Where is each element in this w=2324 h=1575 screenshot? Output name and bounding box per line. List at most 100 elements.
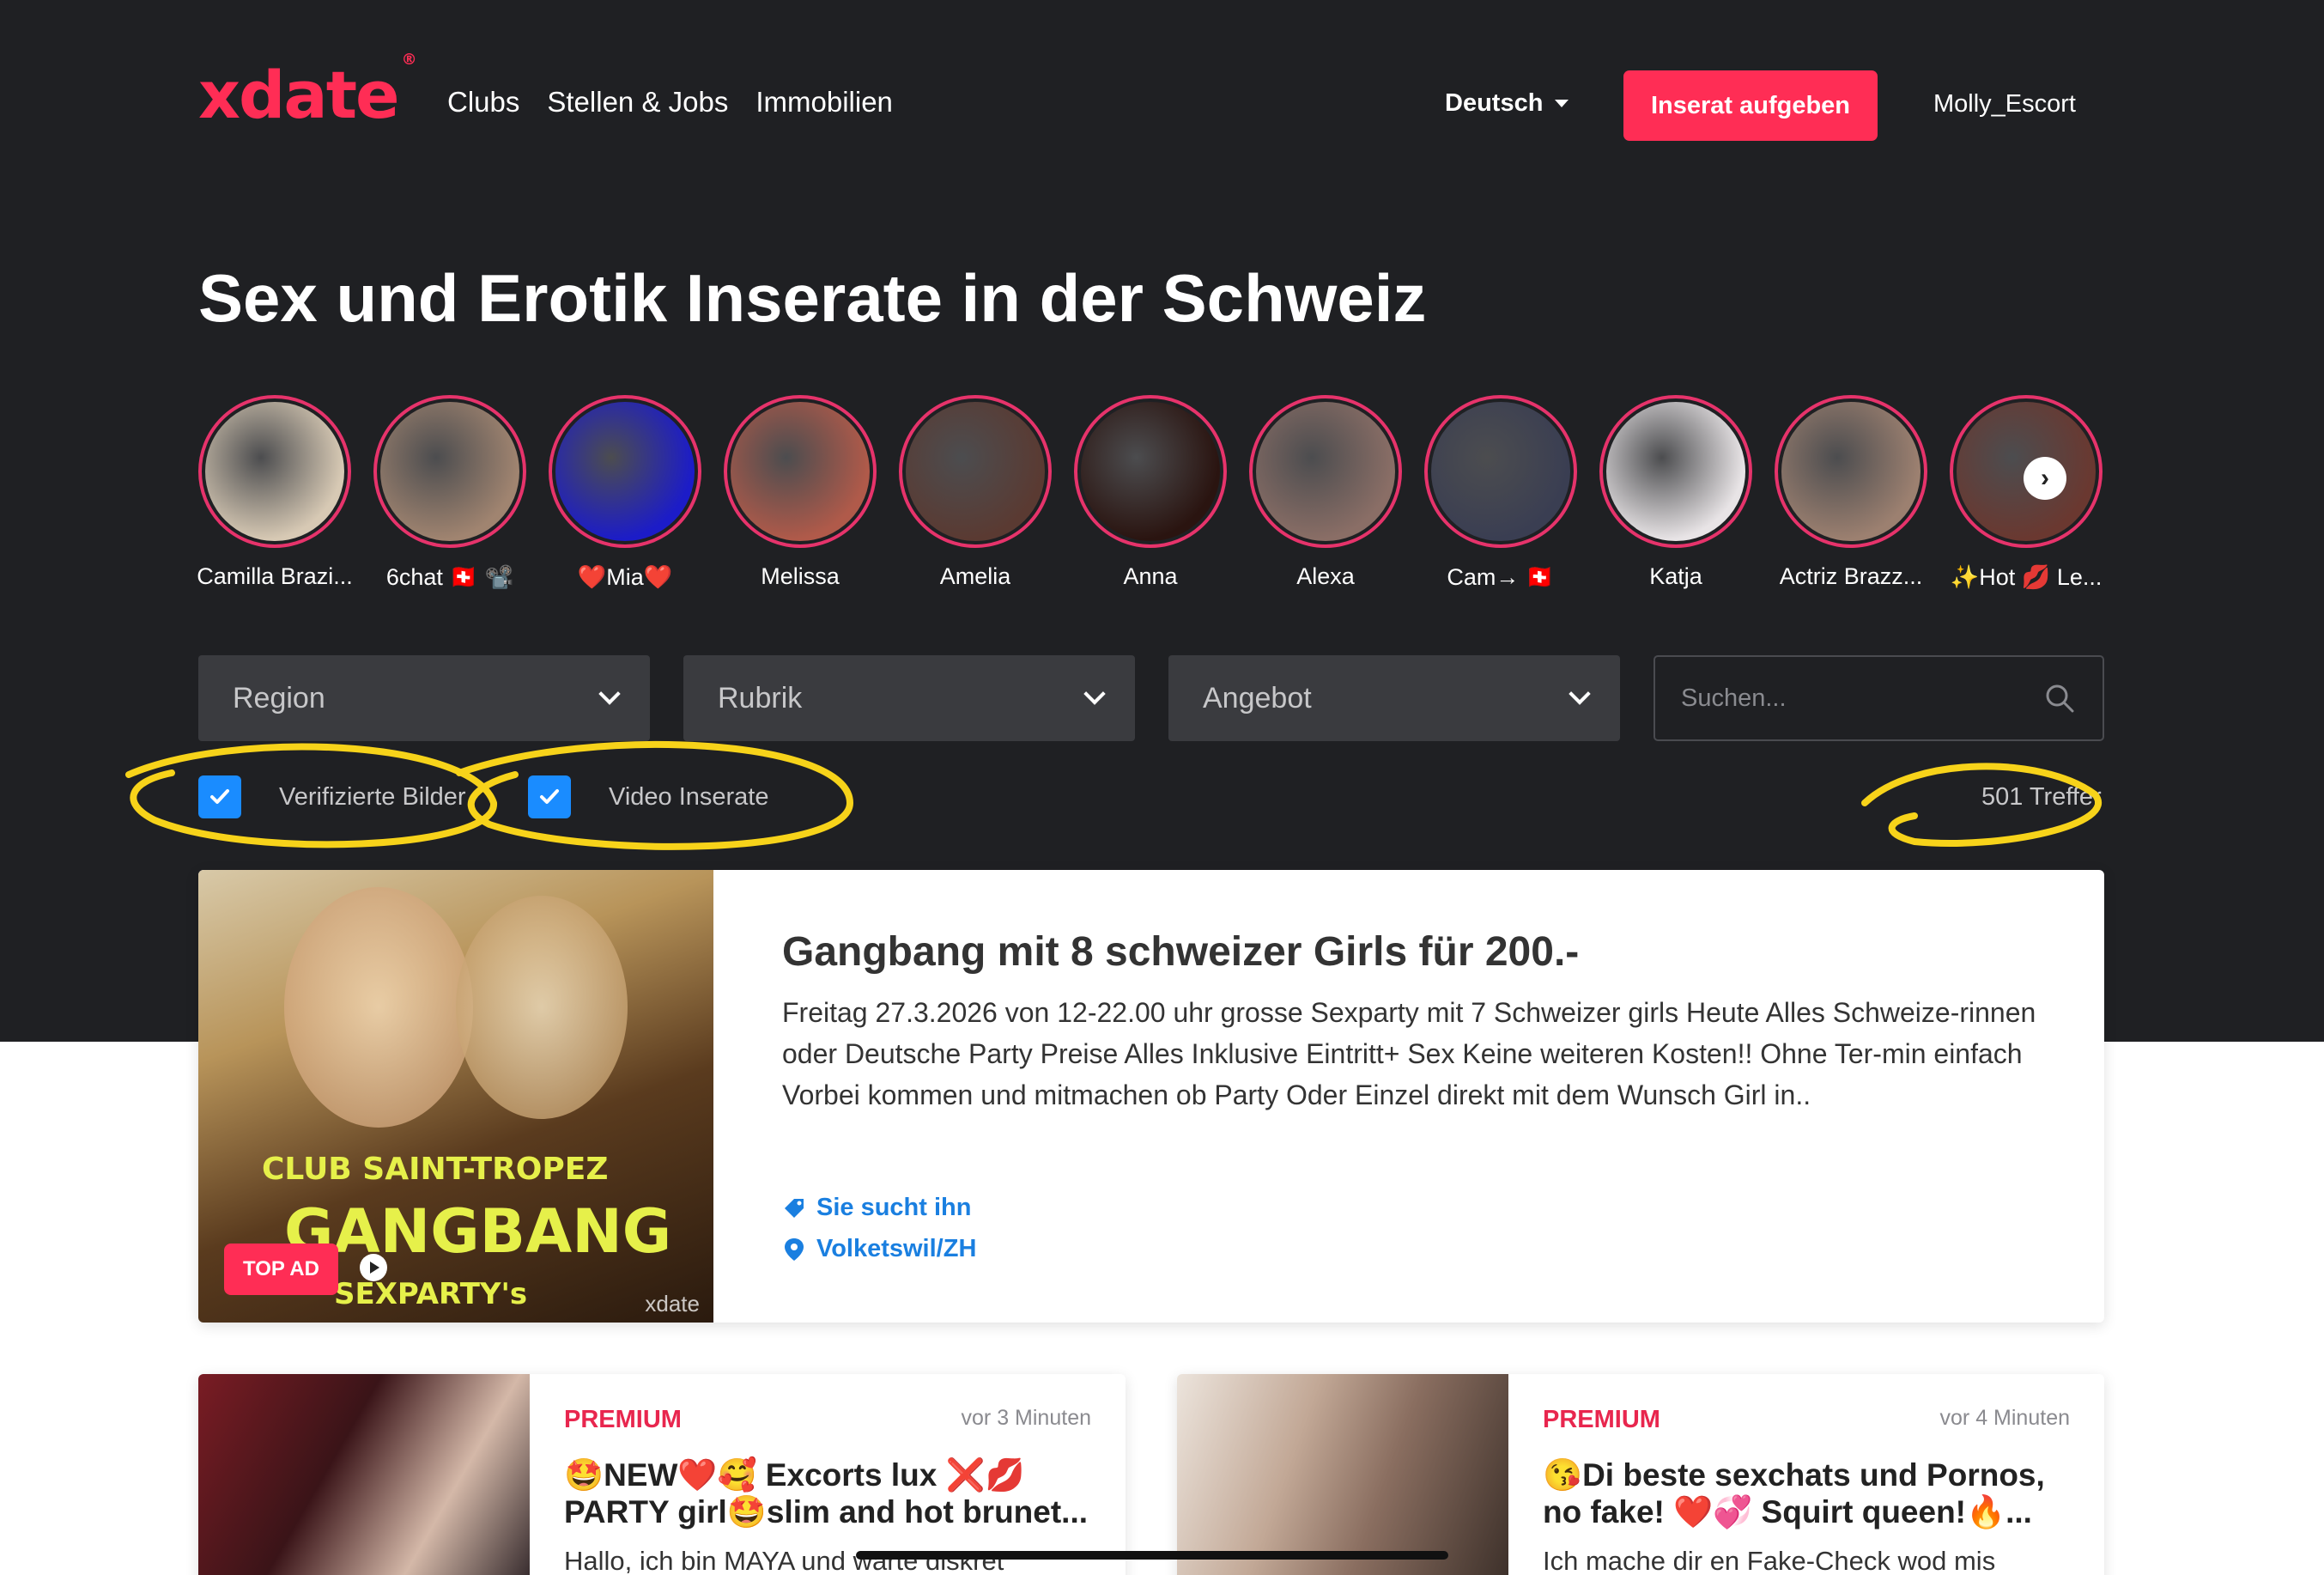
main-nav: Clubs Stellen & Jobs Immobilien [447,86,893,119]
rubrik-select[interactable]: Rubrik [683,655,1135,741]
story-image [1431,402,1570,541]
story-image [731,402,870,541]
story-item[interactable]: Actriz Brazz... [1775,395,1927,591]
location-pin-icon [785,1238,804,1261]
story-item[interactable]: Alexa [1249,395,1402,591]
chevron-right-icon[interactable]: › [2024,457,2066,500]
story-image [205,402,344,541]
story-avatar[interactable] [724,395,877,548]
story-item[interactable]: Amelia [899,395,1052,591]
image-text-gangbang: GANGBANG [284,1196,672,1267]
checkmark-icon[interactable] [528,775,571,818]
image-text-club: CLUB SAINT-TROPEZ [262,1152,609,1187]
video-ads-label: Video Inserate [609,782,769,811]
listing-card[interactable]: PREMIUM vor 4 Minuten 😘Di beste sexchats… [1177,1374,2104,1575]
story-avatar[interactable] [899,395,1052,548]
image-watermark: xdate [645,1291,700,1317]
page-title: Sex und Erotik Inserate in der Schweiz [198,260,1427,336]
story-image [1081,402,1220,541]
story-item[interactable]: Camilla Brazi... [197,395,353,591]
verified-images-label: Verifizierte Bilder [279,782,466,811]
image-text-sexparty: SEXPARTY's [334,1277,528,1311]
story-item[interactable]: › ✨Hot 💋 Le... [1950,395,2103,591]
story-item[interactable]: Cam→ 🇨🇭 [1424,395,1577,591]
verified-images-checkbox[interactable]: Verifizierte Bilder [198,775,466,818]
angebot-select[interactable]: Angebot [1168,655,1620,741]
story-item[interactable]: 6chat 🇨🇭 📽️ [373,395,526,591]
chevron-down-icon [1083,683,1106,705]
region-select[interactable]: Region [198,655,650,741]
top-ad-location-label: Volketswil/ZH [816,1235,977,1262]
video-ads-checkbox[interactable]: Video Inserate [528,775,769,818]
checkmark-icon[interactable] [198,775,241,818]
result-count: 501 Treffer [1981,783,2102,811]
listing-description: Ich mache dir en Fake-Check wod mis [1543,1546,1996,1575]
story-image [1781,402,1920,541]
story-image [1606,402,1745,541]
top-ad-card[interactable]: CLUB SAINT-TROPEZ GANGBANG SEXPARTY's xd… [198,870,2104,1323]
top-ad-location[interactable]: Volketswil/ZH [782,1235,976,1263]
tag-icon [785,1198,804,1218]
caret-down-icon [1555,100,1569,107]
story-name: Alexa [1296,563,1355,589]
search-icon[interactable] [2042,681,2077,715]
story-avatar[interactable]: › [1950,395,2103,548]
language-label: Deutsch [1445,89,1544,117]
user-menu[interactable]: Molly_Escort [1933,90,2076,119]
top-ad-badge: TOP AD [224,1244,338,1295]
listing-photo[interactable] [1177,1374,1508,1575]
story-name: 6chat 🇨🇭 📽️ [385,564,514,590]
story-name: Melissa [761,563,840,589]
top-ad-description: Freitag 27.3.2026 von 12-22.00 uhr gross… [782,997,2036,1110]
home-indicator[interactable] [856,1551,1448,1560]
story-item[interactable]: ❤️Mia❤️ [549,395,701,591]
story-avatar[interactable] [549,395,701,548]
story-avatar[interactable] [1249,395,1402,548]
post-ad-button[interactable]: Inserat aufgeben [1623,70,1878,141]
story-item[interactable]: Anna [1074,395,1227,591]
story-item[interactable]: Melissa [724,395,877,591]
listing-card[interactable]: PREMIUM vor 3 Minuten 🤩NEW❤️🥰 Excorts lu… [198,1374,1126,1575]
stories-row: Camilla Brazi... 6chat 🇨🇭 📽️ ❤️Mia❤️ Meliss… [197,395,2103,591]
story-name: Cam→ 🇨🇭 [1447,564,1555,590]
top-ad-category-label: Sie sucht ihn [816,1194,972,1221]
story-name: Amelia [939,563,1011,589]
nav-clubs[interactable]: Clubs [447,86,519,119]
story-name: Katja [1649,563,1702,589]
story-name: ❤️Mia❤️ [577,564,673,590]
premium-badge: PREMIUM [564,1406,682,1433]
story-avatar[interactable] [373,395,526,548]
story-avatar[interactable] [1599,395,1752,548]
story-image [906,402,1045,541]
chevron-down-icon [598,683,621,705]
nav-immobilien[interactable]: Immobilien [755,86,893,119]
top-ad-title[interactable]: Gangbang mit 8 schweizer Girls für 200.- [782,928,1579,976]
story-name: Anna [1123,563,1178,589]
story-image [380,402,519,541]
listing-photo[interactable] [198,1374,530,1575]
listing-time: vor 3 Minuten [961,1406,1091,1430]
story-avatar[interactable] [1074,395,1227,548]
top-ad-category[interactable]: Sie sucht ihn [782,1194,971,1222]
play-icon [360,1254,387,1281]
top-ad-image[interactable]: CLUB SAINT-TROPEZ GANGBANG SEXPARTY's xd… [198,870,713,1323]
listing-title[interactable]: 😘Di beste sexchats und Pornos, no fake! … [1543,1456,2066,1530]
story-item[interactable]: Katja [1599,395,1752,591]
story-name: Camilla Brazi... [197,563,353,589]
xdate-logo[interactable]: xdate ® [198,51,417,133]
language-dropdown[interactable]: Deutsch [1445,89,1569,118]
premium-badge: PREMIUM [1543,1406,1660,1433]
region-label: Region [233,681,325,715]
story-avatar[interactable] [198,395,351,548]
story-name: ✨Hot 💋 Le... [1950,564,2103,590]
chevron-down-icon [1569,683,1591,705]
rubrik-label: Rubrik [718,681,803,715]
nav-jobs[interactable]: Stellen & Jobs [547,86,728,119]
story-image [555,402,695,541]
search-input[interactable]: Suchen... [1653,655,2104,741]
angebot-label: Angebot [1203,681,1312,715]
listing-title[interactable]: 🤩NEW❤️🥰 Excorts lux ❌💋 PARTY girl🤩slim a… [564,1456,1088,1530]
story-avatar[interactable] [1424,395,1577,548]
story-name: Actriz Brazz... [1779,563,1923,589]
story-avatar[interactable] [1775,395,1927,548]
